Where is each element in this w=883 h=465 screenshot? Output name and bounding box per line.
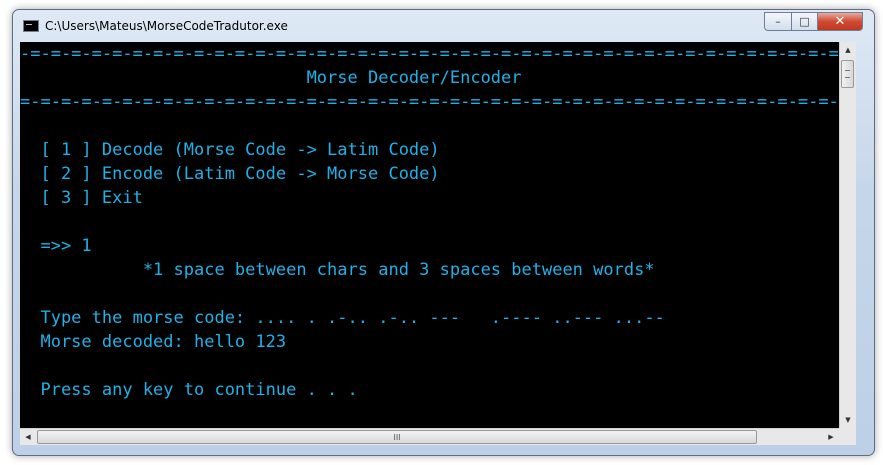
vertical-scroll-thumb[interactable] — [841, 60, 854, 88]
spacing-hint: *1 space between chars and 3 spaces betw… — [20, 260, 655, 280]
console-window: C:\Users\Mateus\MorseCodeTradutor.exe – … — [12, 9, 875, 456]
scroll-up-arrow-icon[interactable]: ▲ — [840, 42, 856, 58]
horizontal-scrollbar[interactable]: ◀ III ▶ — [20, 428, 839, 445]
menu-option-encode: [ 2 ] Encode (Latim Code -> Morse Code) — [20, 164, 440, 184]
scroll-right-arrow-icon[interactable]: ▶ — [823, 429, 839, 445]
menu-option-decode: [ 1 ] Decode (Morse Code -> Latim Code) — [20, 140, 440, 160]
scrollbar-corner — [839, 428, 856, 445]
separator-top: -=-=-=-=-=-=-=-=-=-=-=-=-=-=-=-=-=-=-=-=… — [20, 44, 839, 64]
menu-option-exit: [ 3 ] Exit — [20, 188, 143, 208]
title-bar[interactable]: C:\Users\Mateus\MorseCodeTradutor.exe – … — [13, 10, 874, 42]
scroll-left-arrow-icon[interactable]: ◀ — [20, 429, 36, 445]
window-title: C:\Users\Mateus\MorseCodeTradutor.exe — [45, 19, 288, 33]
console-app-icon — [23, 20, 39, 32]
continue-prompt: Press any key to continue . . . — [20, 380, 358, 400]
minimize-button[interactable]: – — [764, 12, 792, 31]
close-button[interactable]: ✕ — [817, 12, 863, 31]
program-heading: Morse Decoder/Encoder — [20, 68, 522, 88]
horizontal-scroll-thumb[interactable]: III — [37, 430, 757, 444]
separator-bottom: =-=-=-=-=-=-=-=-=-=-=-=-=-=-=-=-=-=-=-=-… — [20, 92, 839, 112]
vertical-scrollbar[interactable]: ▲ ▼ — [839, 42, 856, 428]
decoded-output-line: Morse decoded: hello 123 — [20, 332, 287, 352]
menu-choice-prompt: =>> 1 — [20, 236, 92, 256]
console-output[interactable]: -=-=-=-=-=-=-=-=-=-=-=-=-=-=-=-=-=-=-=-=… — [20, 42, 839, 428]
scroll-down-arrow-icon[interactable]: ▼ — [840, 412, 856, 428]
morse-input-line: Type the morse code: .... . .-.. .-.. --… — [20, 308, 665, 328]
maximize-button[interactable]: □ — [791, 12, 818, 31]
